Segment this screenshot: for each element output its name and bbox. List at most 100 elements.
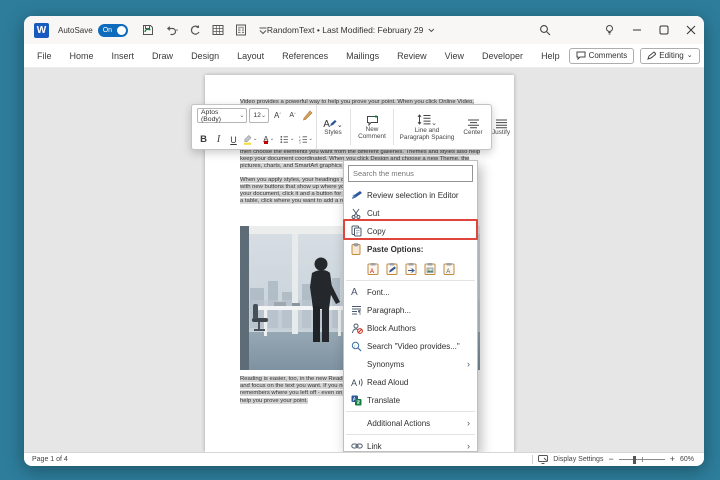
word-window: W AutoSave On — [24, 16, 704, 466]
chevron-down-icon: ⌄ — [308, 137, 313, 143]
autosave-toggle[interactable]: On — [98, 24, 128, 37]
svg-text:¶: ¶ — [358, 309, 362, 315]
tab-file[interactable]: File — [28, 44, 61, 68]
highlighter-button[interactable]: ⌄ — [242, 132, 259, 147]
desktop: { "titlebar": { "autosave_label": "AutoS… — [0, 0, 720, 480]
tab-help[interactable]: Help — [532, 44, 569, 68]
context-menu: Review selection in Editor Cut Copy Past… — [343, 160, 478, 452]
save-icon[interactable] — [142, 24, 154, 36]
tab-insert[interactable]: Insert — [103, 44, 144, 68]
toggle-knob — [117, 26, 126, 35]
zoom-level[interactable]: 60% — [680, 456, 694, 463]
format-painter-icon[interactable] — [301, 108, 314, 123]
font-color-button[interactable]: A ⌄ — [261, 132, 278, 147]
tab-review[interactable]: Review — [388, 44, 436, 68]
mini-toolbar-actions: A⌄ Styles New Comment ⌄ Line and Paragra… — [316, 105, 515, 149]
menu-separator — [346, 434, 475, 435]
menu-item-additional-actions[interactable]: Additional Actions › — [344, 414, 477, 432]
submenu-arrow-icon: › — [467, 360, 470, 369]
chevron-down-icon: ⌄ — [239, 113, 244, 119]
editing-dropdown[interactable]: Editing ⌄ — [640, 48, 699, 64]
menu-item-copy[interactable]: Copy — [344, 222, 477, 240]
submenu-arrow-icon: › — [467, 442, 470, 451]
mini-toolbar-font-section: Aptos (Body)⌄ 12⌄ Aˆ Aˇ B I U — [192, 105, 316, 149]
paste-continue-list-icon[interactable] — [405, 262, 417, 275]
menu-item-link[interactable]: Link › — [344, 437, 477, 452]
menu-item-synonyms[interactable]: Synonyms › — [344, 355, 477, 373]
tab-references[interactable]: References — [273, 44, 337, 68]
ribbon-actions: Comments Editing ⌄ Share ⌄ — [569, 48, 704, 64]
menu-item-read-aloud[interactable]: A Read Aloud — [344, 373, 477, 391]
menu-item-review-in-editor[interactable]: Review selection in Editor — [344, 186, 477, 204]
bold-button[interactable]: B — [197, 132, 210, 147]
zoom-in-button[interactable]: + — [670, 455, 675, 464]
tab-design[interactable]: Design — [182, 44, 228, 68]
line-spacing-button[interactable]: ⌄ Line and Paragraph Spacing — [395, 105, 459, 149]
font-name-dropdown[interactable]: Aptos (Body)⌄ — [197, 108, 247, 123]
redo-icon[interactable] — [189, 24, 201, 36]
center-align-button[interactable]: Center — [459, 105, 487, 149]
chevron-down-icon: ⌄ — [253, 137, 258, 143]
document-columns-icon[interactable] — [235, 24, 247, 36]
display-settings-label[interactable]: Display Settings — [553, 456, 603, 463]
paste-keep-text-only-icon[interactable]: A — [443, 262, 455, 275]
paste-picture-icon[interactable] — [424, 262, 436, 275]
styles-button[interactable]: A⌄ Styles — [317, 105, 349, 149]
translate-icon: A — [351, 395, 367, 406]
zoom-slider[interactable] — [619, 459, 665, 460]
new-comment-button[interactable]: New Comment — [352, 105, 392, 149]
svg-text:A: A — [370, 269, 374, 275]
tab-view[interactable]: View — [436, 44, 473, 68]
paragraph-dialog-icon: ¶ — [351, 305, 367, 315]
tab-draw[interactable]: Draw — [143, 44, 182, 68]
menu-search-input[interactable] — [349, 169, 472, 178]
svg-text:i: i — [354, 343, 356, 348]
new-comment-icon — [366, 115, 379, 126]
lightbulb-icon[interactable] — [596, 16, 623, 44]
menu-item-search-selection[interactable]: i Search "Video provides..." — [344, 337, 477, 355]
font-size-dropdown[interactable]: 12⌄ — [249, 108, 269, 123]
menu-item-paragraph[interactable]: ¶ Paragraph... — [344, 301, 477, 319]
zoom-slider-thumb[interactable] — [633, 456, 636, 464]
underline-button[interactable]: U — [227, 132, 240, 147]
italic-button[interactable]: I — [212, 132, 225, 147]
document-title[interactable]: RandomText • Last Modified: February 29 — [267, 16, 435, 44]
paste-options-row: A A — [344, 258, 477, 278]
search-selection-icon: i — [351, 341, 367, 352]
close-button[interactable] — [677, 16, 704, 44]
copy-icon — [351, 225, 367, 237]
editor-pen-icon — [351, 190, 367, 200]
chevron-down-icon: ⌄ — [261, 113, 266, 119]
block-authors-icon — [351, 323, 367, 334]
tab-mailings[interactable]: Mailings — [337, 44, 388, 68]
menu-item-translate[interactable]: A Translate — [344, 391, 477, 409]
shrink-font-button[interactable]: Aˇ — [286, 108, 299, 123]
line-spacing-icon: ⌄ — [417, 114, 437, 127]
tab-layout[interactable]: Layout — [228, 44, 273, 68]
page-indicator[interactable]: Page 1 of 4 — [32, 456, 68, 463]
justify-button[interactable]: Justify — [487, 105, 515, 149]
undo-icon[interactable] — [165, 24, 178, 36]
tab-developer[interactable]: Developer — [473, 44, 532, 68]
search-icon[interactable] — [531, 16, 558, 44]
menu-item-paste-options: Paste Options: — [344, 240, 477, 258]
minimize-button[interactable] — [623, 16, 650, 44]
tab-home[interactable]: Home — [61, 44, 103, 68]
justify-icon — [495, 119, 508, 129]
menu-item-font[interactable]: A Font... — [344, 283, 477, 301]
menu-item-cut[interactable]: Cut — [344, 204, 477, 222]
maximize-button[interactable] — [650, 16, 677, 44]
display-settings-icon — [538, 455, 548, 464]
word-logo-icon[interactable]: W — [34, 23, 49, 38]
table-grid-icon[interactable] — [212, 24, 224, 36]
zoom-out-button[interactable]: − — [608, 455, 613, 464]
paste-merge-formatting-icon[interactable] — [386, 262, 398, 275]
comments-button[interactable]: Comments — [569, 48, 635, 64]
paste-keep-source-formatting-icon[interactable]: A — [367, 262, 379, 275]
grow-font-button[interactable]: Aˆ — [271, 108, 284, 123]
center-align-icon — [467, 119, 480, 129]
menu-item-block-authors[interactable]: Block Authors — [344, 319, 477, 337]
menu-search-box[interactable] — [348, 165, 473, 182]
bullets-button[interactable]: ⌄ — [279, 132, 296, 147]
numbering-button[interactable]: 123 ⌄ — [298, 132, 315, 147]
